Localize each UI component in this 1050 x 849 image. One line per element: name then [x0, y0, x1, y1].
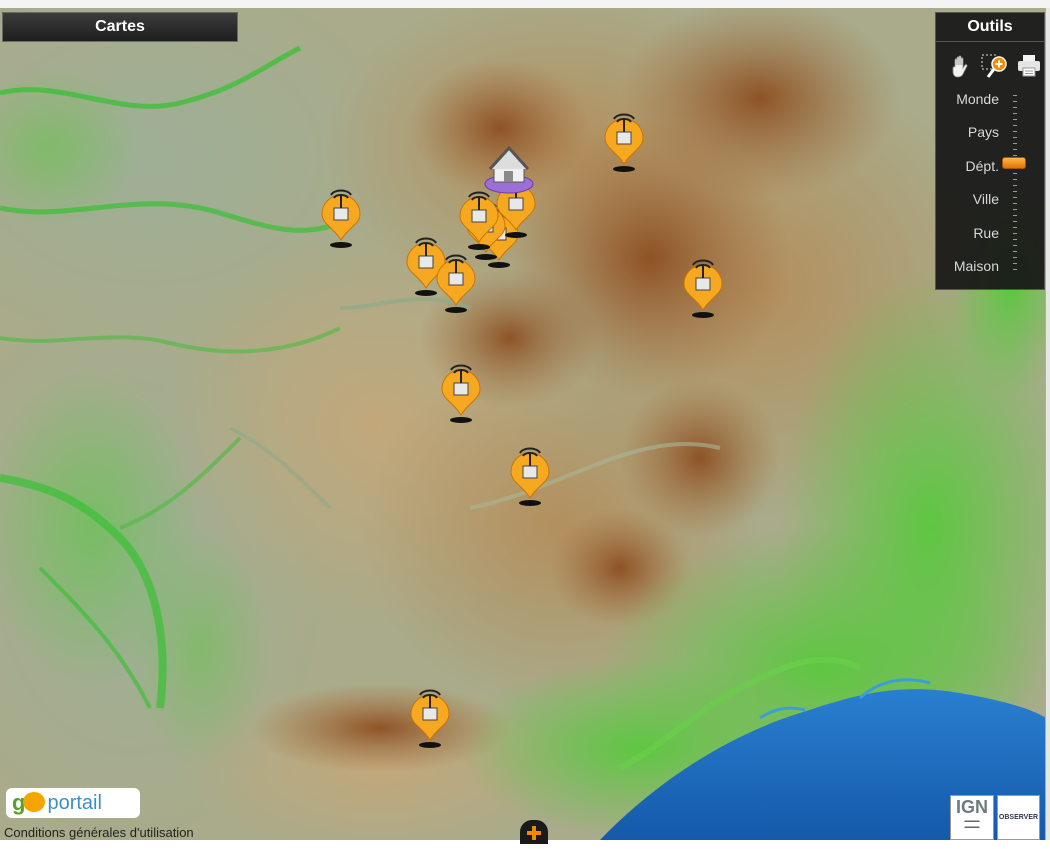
cartes-tab[interactable]: Cartes: [2, 12, 238, 42]
hand-pan-icon[interactable]: [948, 53, 974, 79]
zoom-tick: [1013, 113, 1017, 114]
zoom-tick: [1013, 125, 1017, 126]
house-marker[interactable]: [482, 138, 536, 194]
zoom-tick: [1013, 269, 1017, 270]
crosshair-icon: [527, 826, 541, 840]
zoom-level-pays[interactable]: Pays: [968, 124, 999, 140]
geo-o-icon: [23, 792, 46, 812]
zoom-tick: [1013, 185, 1017, 186]
zoom-tick: [1013, 191, 1017, 192]
zoom-tick: [1013, 137, 1017, 138]
tools-title: Outils: [936, 13, 1044, 42]
map-view[interactable]: [0, 8, 1046, 840]
recenter-button[interactable]: [520, 820, 548, 844]
zoom-tick: [1013, 119, 1017, 120]
antenna-marker[interactable]: [603, 112, 645, 172]
geoportail-logo[interactable]: g portail: [6, 788, 140, 818]
antenna-marker[interactable]: [409, 688, 451, 748]
zoom-tick: [1013, 257, 1017, 258]
zoom-level-rue[interactable]: Rue: [973, 225, 999, 241]
zoom-tick: [1013, 227, 1017, 228]
zoom-tick: [1013, 197, 1017, 198]
zoom-tick: [1013, 107, 1017, 108]
window-right-border: [1045, 8, 1050, 840]
zoom-slider-track[interactable]: [1013, 95, 1017, 270]
zoom-level-monde[interactable]: Monde: [956, 91, 999, 107]
tool-icon-bar: [944, 53, 1040, 81]
print-icon[interactable]: [1016, 53, 1042, 79]
zoom-tick: [1013, 179, 1017, 180]
zoom-tick: [1013, 149, 1017, 150]
conditions-link[interactable]: Conditions générales d'utilisation: [4, 825, 194, 840]
zoom-slider-handle[interactable]: [1002, 157, 1026, 169]
outils-label: Outils: [967, 18, 1013, 35]
observer-text: OBSERVER: [998, 814, 1039, 821]
ign-logo[interactable]: IGN ▬▬▬ ▬▬▬: [950, 795, 994, 840]
zoom-tick: [1013, 239, 1017, 240]
zoom-box-icon[interactable]: [980, 53, 1010, 81]
zoom-tick: [1013, 101, 1017, 102]
zoom-tick: [1013, 215, 1017, 216]
cartes-label: Cartes: [95, 18, 145, 35]
zoom-tick: [1013, 95, 1017, 96]
antenna-marker[interactable]: [440, 363, 482, 423]
antenna-marker[interactable]: [682, 258, 724, 318]
zoom-tick: [1013, 155, 1017, 156]
antenna-marker[interactable]: [435, 253, 477, 313]
zoom-tick: [1013, 173, 1017, 174]
zoom-tick: [1013, 143, 1017, 144]
observer-logo[interactable]: OBSERVER: [997, 795, 1040, 840]
zoom-tick: [1013, 245, 1017, 246]
antenna-marker[interactable]: [509, 446, 551, 506]
zoom-tick: [1013, 131, 1017, 132]
antenna-marker[interactable]: [458, 190, 500, 250]
zoom-level-ville[interactable]: Ville: [973, 191, 999, 207]
zoom-tick: [1013, 209, 1017, 210]
zoom-tick: [1013, 221, 1017, 222]
zoom-tick: [1013, 263, 1017, 264]
zoom-tick: [1013, 251, 1017, 252]
zoom-level-maison[interactable]: Maison: [954, 258, 999, 274]
ign-subtext-icon: ▬▬▬ ▬▬▬: [964, 818, 980, 830]
terrain-basemap: [0, 8, 1046, 840]
ign-text: IGN: [955, 797, 988, 817]
tools-panel: Outils Monde Pays Dépt. Ville Rue Maison: [935, 12, 1045, 290]
zoom-level-dept[interactable]: Dépt.: [966, 158, 999, 174]
antenna-marker[interactable]: [320, 188, 362, 248]
zoom-tick: [1013, 203, 1017, 204]
portail-text: portail: [47, 791, 102, 814]
zoom-tick: [1013, 233, 1017, 234]
